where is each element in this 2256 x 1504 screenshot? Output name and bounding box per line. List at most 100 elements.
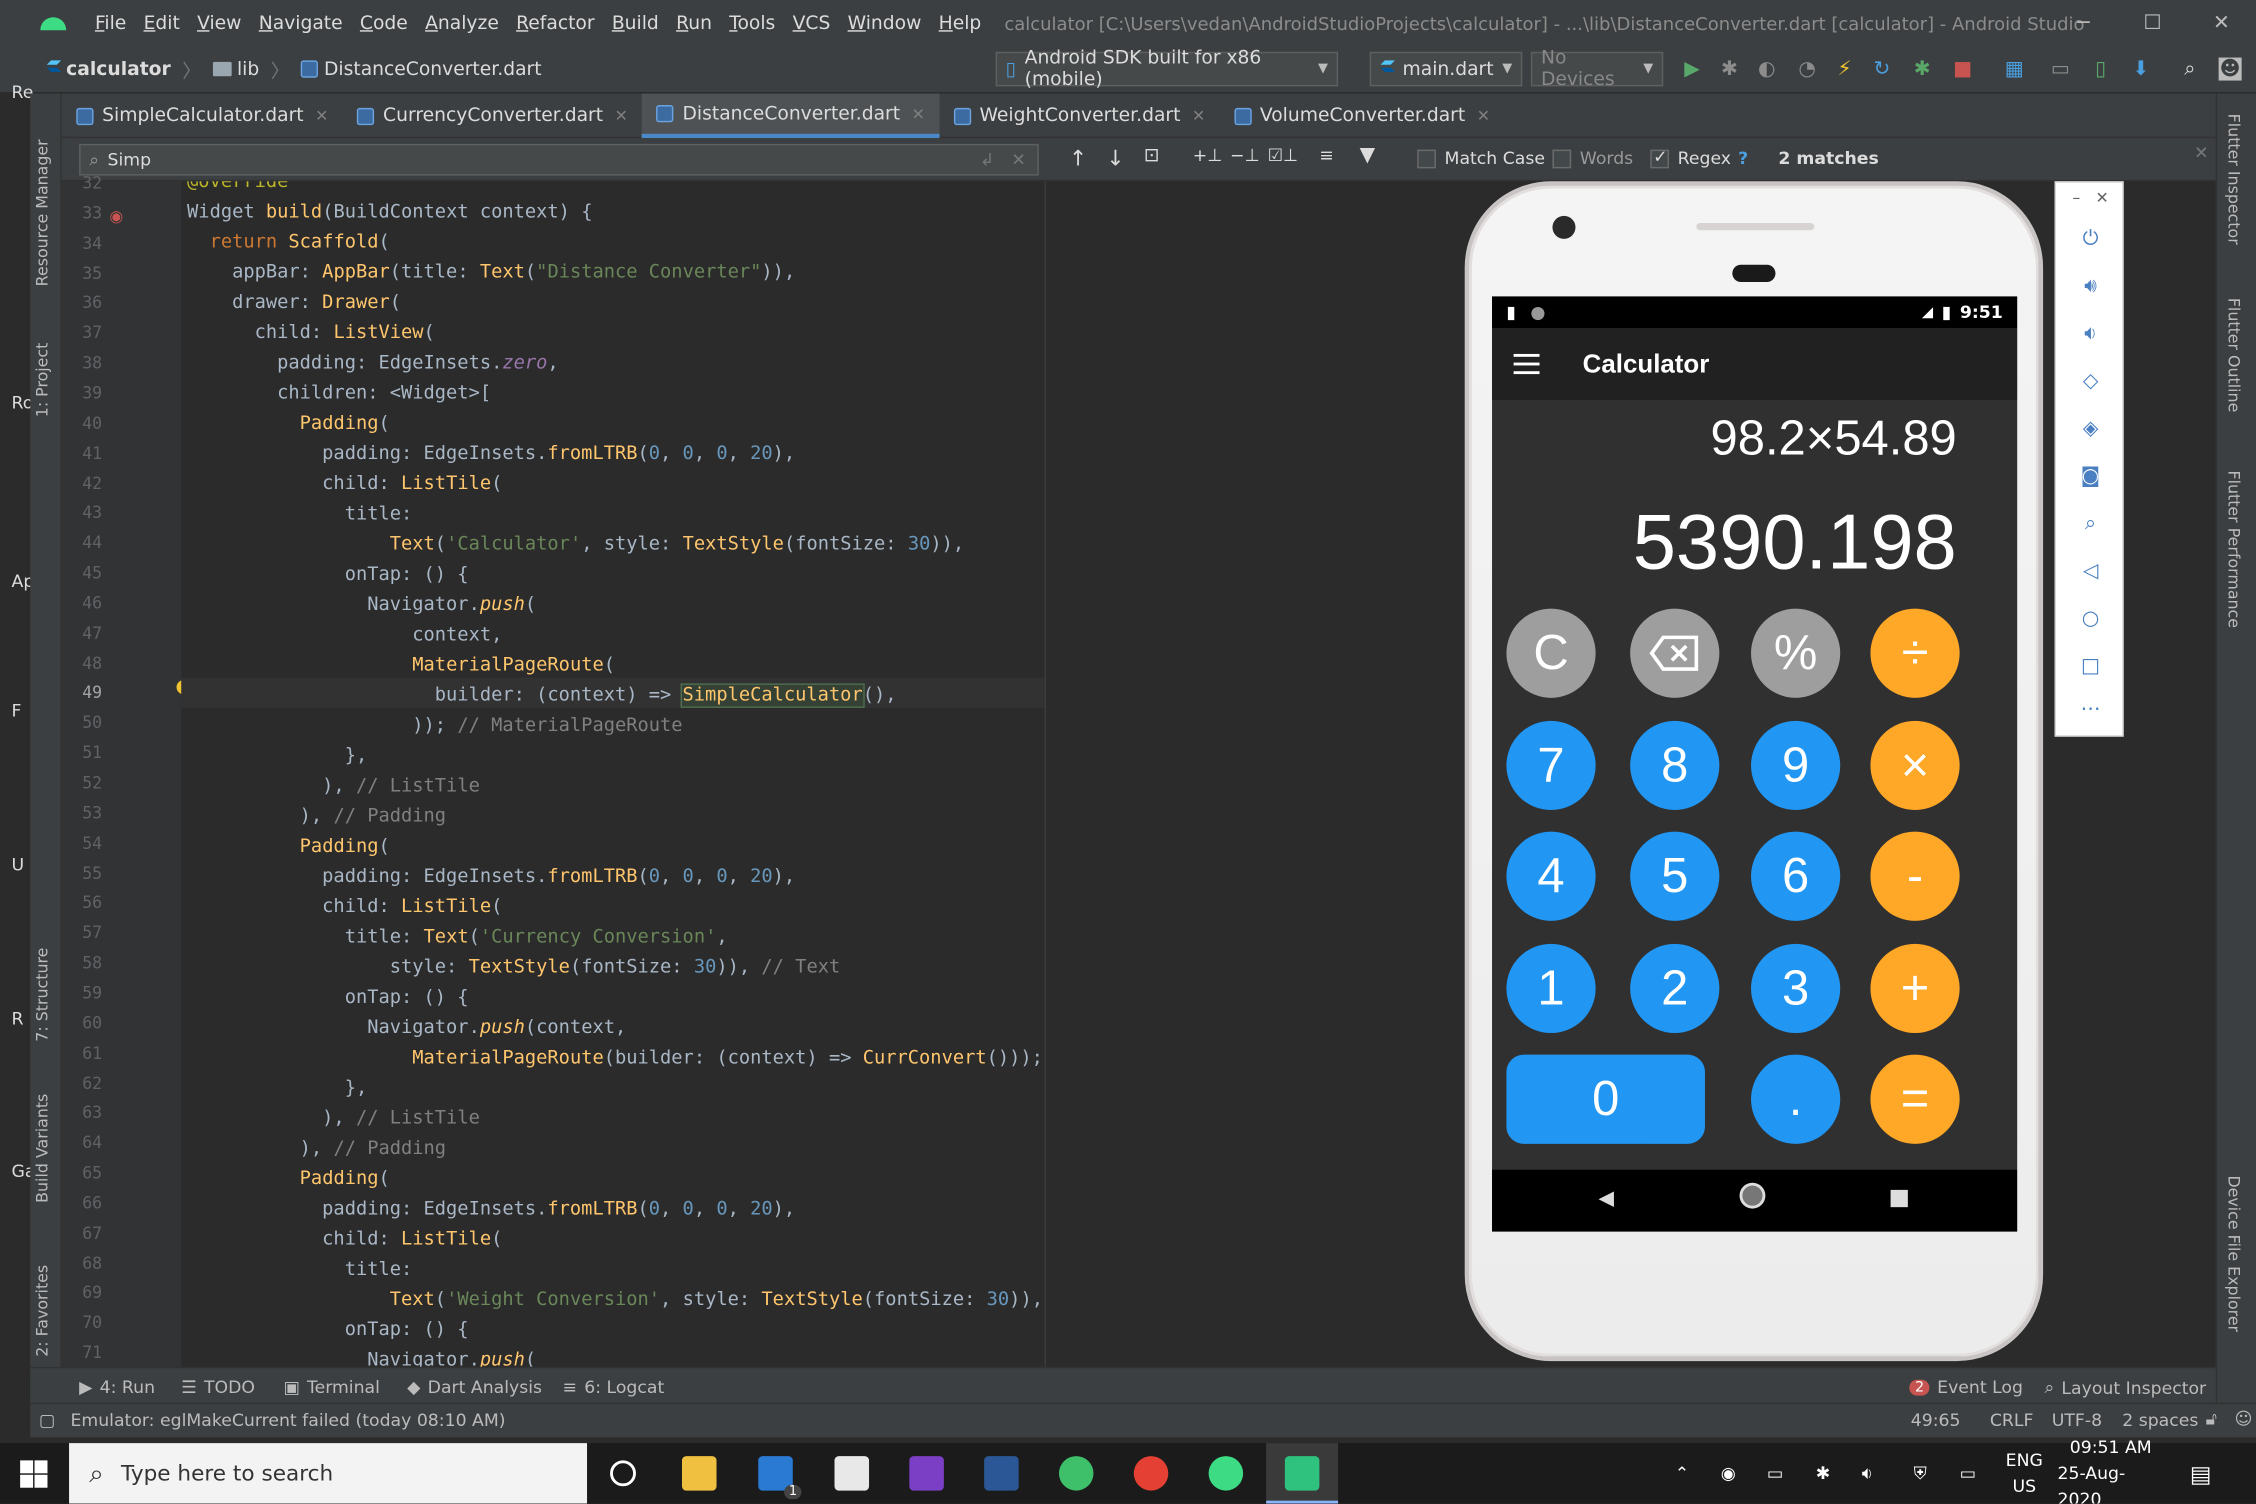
volume-down-icon[interactable]: 🔉︎ (2056, 322, 2125, 345)
filter-icon[interactable]: ▼ (1360, 144, 1376, 167)
menu-refactor[interactable]: Refactor (507, 12, 603, 34)
power-icon[interactable]: ⏻ (2056, 227, 2125, 250)
tab-distance-converter[interactable]: DistanceConverter.dart ✕ (642, 93, 940, 139)
debug-icon[interactable]: ✱ (1718, 58, 1741, 81)
close-icon[interactable]: ✕ (1192, 106, 1205, 125)
match-case-option[interactable]: Match Case (1417, 148, 1545, 169)
multiply-button[interactable]: × (1870, 720, 1960, 811)
language-indicator[interactable]: ENG US (2006, 1443, 2043, 1503)
new-line-icon[interactable]: ↲ (980, 150, 994, 170)
security-icon[interactable]: ⛨ (1914, 1443, 1927, 1503)
five-button[interactable]: 5 (1630, 831, 1720, 921)
menu-analyze[interactable]: Analyze (416, 12, 507, 34)
tool-run[interactable]: ▶ 4: Run (79, 1377, 155, 1397)
sdk-manager-icon[interactable]: ⬇ (2129, 58, 2152, 81)
inspector-icon[interactable]: ☺ (2234, 1409, 2252, 1429)
close-icon[interactable]: ✕ (615, 106, 628, 125)
divide-button[interactable]: ÷ (1870, 608, 1960, 698)
avd-manager-icon[interactable]: ▭ (2049, 58, 2072, 81)
notifications-icon[interactable]: ▤ (2190, 1443, 2212, 1503)
menu-edit[interactable]: Edit (135, 12, 189, 34)
tool-project[interactable]: 1: Project (33, 317, 59, 418)
menu-icon[interactable] (1513, 353, 1540, 375)
override-marker-icon[interactable]: ◉ (109, 207, 123, 226)
one-button[interactable]: 1 (1506, 943, 1596, 1034)
network-icon[interactable]: ▭ (1960, 1443, 1976, 1503)
close-icon[interactable]: ✕ (1477, 106, 1490, 125)
chrome-tray-icon[interactable]: ◉ (1721, 1443, 1736, 1503)
tab-currency-converter[interactable]: CurrencyConverter.dart ✕ (343, 94, 642, 139)
tab-volume-converter[interactable]: VolumeConverter.dart ✕ (1220, 94, 1505, 139)
filter-search-icon[interactable]: ⊡ (1144, 145, 1160, 167)
bluetooth-icon[interactable]: ✱ (1816, 1443, 1830, 1503)
zoom-icon[interactable]: ⌕ (2056, 512, 2125, 535)
minimize-icon[interactable]: – (2072, 188, 2080, 207)
tool-dart-analysis[interactable]: ◆ Dart Analysis (407, 1377, 542, 1397)
stop-icon[interactable]: ■ (1951, 58, 1974, 81)
menu-code[interactable]: Code (351, 12, 416, 34)
equals-button[interactable]: = (1870, 1054, 1960, 1144)
tab-simple-calculator[interactable]: SimpleCalculator.dart ✕ (62, 94, 343, 139)
open-in-window-icon[interactable]: ≡ (1319, 145, 1333, 165)
close-icon[interactable]: ✕ (2194, 142, 2208, 162)
backspace-button[interactable] (1630, 608, 1720, 698)
hot-restart-icon[interactable]: ↻ (1870, 58, 1893, 81)
run-icon[interactable]: ▶ (1681, 58, 1704, 81)
taskbar-clock[interactable]: 09:51 AM 25-Aug-2020 (2057, 1437, 2163, 1503)
eight-button[interactable]: 8 (1630, 720, 1720, 811)
previous-occurrence-icon[interactable]: ↑ (1069, 145, 1087, 171)
dot-button[interactable]: . (1751, 1054, 1841, 1144)
file-encoding[interactable]: UTF-8 (2052, 1410, 2102, 1430)
taskbar-search-input[interactable]: ⌕ Type here to search (69, 1443, 588, 1504)
menu-view[interactable]: View (188, 12, 250, 34)
menu-help[interactable]: Help (930, 12, 990, 34)
run-config-selector[interactable]: main.dart ▼ (1369, 51, 1523, 87)
tool-build-variants[interactable]: Build Variants (33, 1081, 59, 1203)
search-input[interactable]: ⌕ Simp ↲ ✕ (79, 143, 1039, 176)
tool-terminal[interactable]: ▣ Terminal (283, 1377, 379, 1397)
attach-debugger-icon[interactable]: ✱ (1911, 58, 1934, 81)
menu-vcs[interactable]: VCS (784, 12, 839, 34)
six-button[interactable]: 6 (1751, 831, 1841, 921)
tool-flutter-inspector[interactable]: Flutter Inspector (2224, 114, 2243, 272)
regex-option[interactable]: Regex (1650, 147, 1731, 169)
overview-icon[interactable]: □ (2056, 655, 2125, 678)
windows-start-icon[interactable] (20, 1460, 49, 1489)
task-view-icon[interactable] (610, 1460, 636, 1487)
word-icon[interactable] (984, 1456, 1019, 1491)
words-checkbox[interactable] (1552, 149, 1572, 169)
four-button[interactable]: 4 (1506, 831, 1596, 921)
close-icon[interactable]: ✕ (912, 104, 925, 123)
clear-icon[interactable]: ✕ (1011, 150, 1025, 170)
search-icon[interactable]: ⌕ (2178, 58, 2201, 81)
mail-icon[interactable]: 1 (758, 1456, 802, 1500)
back-icon[interactable]: ◁ (2056, 560, 2125, 583)
lock-icon[interactable]: 🔓︎ (2206, 1409, 2217, 1431)
visual-studio-icon[interactable] (909, 1456, 944, 1491)
remove-occurrence-icon[interactable]: −⊥ (1230, 145, 1260, 165)
hot-reload-icon[interactable]: ⚡ (1833, 58, 1856, 81)
zero-button[interactable]: 0 (1506, 1054, 1705, 1144)
android-studio-icon[interactable] (1208, 1456, 1244, 1491)
indent-setting[interactable]: 2 spaces (2122, 1410, 2198, 1430)
tool-todo[interactable]: ☰ TODO (181, 1377, 255, 1397)
tool-device-file-explorer[interactable]: Device File Explorer (2224, 1175, 2243, 1348)
close-icon[interactable]: ✕ (2187, 0, 2256, 46)
tool-resource-manager[interactable]: Resource Manager (33, 125, 59, 286)
words-option[interactable]: Words (1552, 148, 1633, 169)
tool-flutter-performance[interactable]: Flutter Performance (2224, 470, 2243, 643)
file-explorer-icon[interactable] (681, 1456, 717, 1491)
status-toggle-icon[interactable]: ▢ (39, 1410, 55, 1430)
menu-run[interactable]: Run (667, 12, 720, 34)
regex-help-link[interactable]: ? (1738, 148, 1748, 168)
status-message[interactable]: Emulator: eglMakeCurrent failed (today 0… (71, 1410, 506, 1430)
active-app-slot[interactable] (1266, 1443, 1339, 1504)
volume-up-icon[interactable]: 🔊︎ (2056, 275, 2125, 298)
regex-checkbox[interactable] (1650, 147, 1670, 169)
device-selector[interactable]: ▯ Android SDK built for x86 (mobile) ▼ (995, 47, 1339, 91)
menu-window[interactable]: Window (839, 12, 930, 34)
menu-build[interactable]: Build (603, 12, 667, 34)
add-occurrence-icon[interactable]: +⊥ (1193, 145, 1223, 165)
home-icon[interactable]: ○ (2056, 607, 2125, 630)
select-all-occurrences-icon[interactable]: ☑⊥ (1268, 145, 1299, 165)
